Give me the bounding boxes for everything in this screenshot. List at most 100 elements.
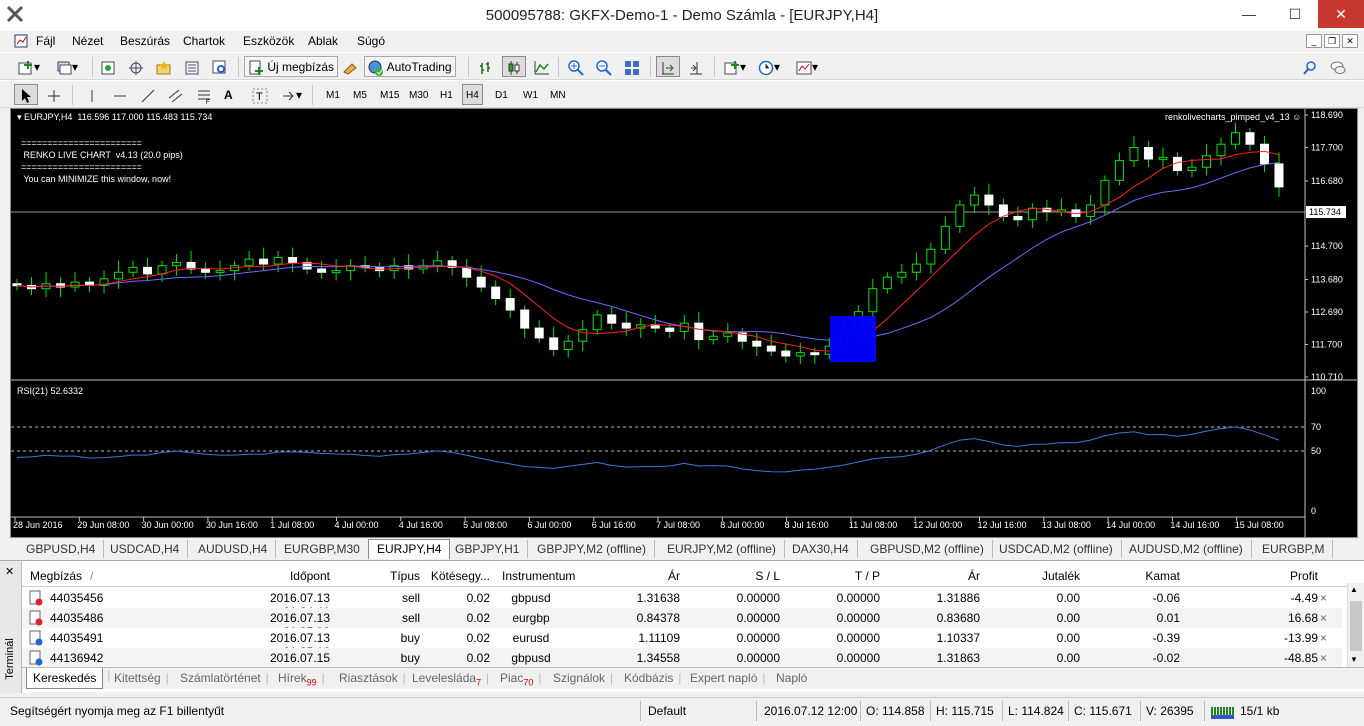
templates-button[interactable]: ▾: [792, 56, 822, 77]
chart-canvas[interactable]: 118.690 117.700 116.680 115.734 114.700 113.6…: [11, 109, 1357, 537]
scroll-up-icon[interactable]: ▲: [1350, 585, 1358, 594]
chart-tab[interactable]: USDCAD,H4: [102, 540, 189, 558]
candlestick-button[interactable]: [502, 56, 526, 77]
autotrading-button[interactable]: AutoTrading: [364, 56, 456, 77]
menu-help[interactable]: Súgó: [357, 34, 385, 48]
maximize-button[interactable]: ☐: [1272, 0, 1318, 28]
col-sl[interactable]: S / L: [702, 569, 780, 583]
col-size[interactable]: Kötésegy...: [422, 569, 490, 583]
timeframe-m15-button[interactable]: M15: [376, 84, 403, 105]
chart-tab[interactable]: DAX30,H4: [784, 540, 858, 558]
timeframe-mn-button[interactable]: MN: [546, 84, 570, 105]
zoom-out-button[interactable]: [592, 56, 616, 77]
close-order-icon[interactable]: ×: [1320, 611, 1327, 625]
chart-tab[interactable]: GBPJPY,H1: [447, 540, 529, 558]
terminal-close-icon[interactable]: ✕: [5, 565, 14, 578]
menu-charts[interactable]: Chartok: [183, 34, 225, 48]
trendline-button[interactable]: [136, 84, 160, 105]
chart-tab[interactable]: GBPUSD,H4: [18, 540, 105, 558]
market-watch-button[interactable]: [96, 56, 120, 77]
col-price[interactable]: Ár: [602, 569, 680, 583]
chart-tab[interactable]: AUDUSD,M2 (offline): [1121, 540, 1252, 558]
arrows-button[interactable]: ▾: [276, 84, 306, 105]
menu-insert[interactable]: Beszúrás: [120, 34, 170, 48]
menu-window[interactable]: Ablak: [308, 34, 338, 48]
favorites-button[interactable]: [152, 56, 176, 77]
connection-bars-icon[interactable]: [1210, 705, 1236, 719]
zoom-in-button[interactable]: [564, 56, 588, 77]
indicators-button[interactable]: ▾: [720, 56, 750, 77]
trade-row[interactable]: 440354862016.07.13 21:35:08sell0.02eurgb…: [22, 608, 1342, 639]
col-swap[interactable]: Kamat: [1102, 569, 1180, 583]
vertical-line-button[interactable]: [80, 84, 104, 105]
crosshair-button[interactable]: [42, 84, 66, 105]
scroll-thumb[interactable]: [1350, 601, 1362, 651]
navigator-button[interactable]: [124, 56, 148, 77]
metaeditor-button[interactable]: [338, 56, 362, 77]
new-chart-button[interactable]: ▾: [14, 56, 44, 77]
chart-tab[interactable]: AUDUSD,H4: [190, 540, 277, 558]
chart-tab[interactable]: USDCAD,M2 (offline): [991, 540, 1122, 558]
mdi-close-button[interactable]: ✕: [1342, 34, 1358, 48]
trade-row[interactable]: 440354912016.07.13 21:35:16buy0.02eurusd…: [22, 628, 1342, 659]
chart-shift-button[interactable]: [684, 56, 708, 77]
fibonacci-button[interactable]: F: [192, 84, 216, 105]
cursor-button[interactable]: [14, 84, 38, 105]
terminal-tab[interactable]: Hírek99 |: [278, 671, 325, 687]
col-tp[interactable]: T / P: [802, 569, 880, 583]
timeframe-d1-button[interactable]: D1: [491, 84, 512, 105]
chart-window[interactable]: 118.690 117.700 116.680 115.734 114.700 113.6…: [10, 108, 1358, 538]
col-type[interactable]: Típus: [342, 569, 420, 583]
chart-tab[interactable]: GBPUSD,M2 (offline): [862, 540, 993, 558]
data-window-button[interactable]: [180, 56, 204, 77]
terminal-scrollbar[interactable]: ▲ ▼: [1347, 583, 1364, 669]
menu-file[interactable]: Fájl: [36, 34, 55, 48]
trade-row[interactable]: 440354562016.07.13 21:34:41sell0.02gbpus…: [22, 588, 1342, 619]
line-chart-button[interactable]: [530, 56, 554, 77]
terminal-tab[interactable]: Riasztások |: [339, 671, 406, 685]
mdi-restore-button[interactable]: ❐: [1324, 34, 1340, 48]
close-order-icon[interactable]: ×: [1320, 591, 1327, 605]
menu-view[interactable]: Nézet: [72, 34, 103, 48]
terminal-tab[interactable]: Kitettség |: [114, 671, 169, 685]
terminal-tab[interactable]: Számlatörténet |: [180, 671, 269, 685]
autoscroll-button[interactable]: [656, 56, 680, 77]
scroll-down-icon[interactable]: ▼: [1350, 655, 1358, 664]
chat-button[interactable]: [1326, 56, 1350, 77]
chart-tab[interactable]: EURGBP,M30: [276, 540, 369, 558]
timeframe-w1-button[interactable]: W1: [519, 84, 542, 105]
terminal-tab[interactable]: Kereskedés |: [26, 668, 110, 689]
timeframe-m5-button[interactable]: M5: [349, 84, 371, 105]
trade-row[interactable]: 441369422016.07.15 07:42:51buy0.02gbpusd…: [22, 648, 1342, 679]
profiles-button[interactable]: ▾: [52, 56, 82, 77]
new-order-button[interactable]: Új megbízás: [244, 56, 339, 77]
col-time[interactable]: Időpont: [222, 569, 330, 583]
bar-chart-button[interactable]: [474, 56, 498, 77]
chart-tab[interactable]: EURJPY,M2 (offline): [659, 540, 785, 558]
expert-name[interactable]: renkolivecharts_pimped_v4_13 ☺: [1165, 112, 1301, 122]
col-current-price[interactable]: Ár: [902, 569, 980, 583]
horizontal-line-button[interactable]: [108, 84, 132, 105]
close-order-icon[interactable]: ×: [1320, 631, 1327, 645]
mdi-minimize-button[interactable]: _: [1306, 34, 1322, 48]
col-order[interactable]: Megbízás: [30, 569, 82, 583]
terminal-tab[interactable]: Napló: [776, 671, 807, 685]
channel-button[interactable]: [164, 84, 188, 105]
terminal-tab[interactable]: Expert napló |: [690, 671, 765, 685]
chart-tab[interactable]: EURJPY,H4: [368, 539, 451, 559]
col-symbol[interactable]: Instrumentum: [502, 569, 575, 583]
terminal-tab[interactable]: Kódbázis |: [624, 671, 681, 685]
terminal-tab[interactable]: Szignálok |: [553, 671, 613, 685]
chart-tab[interactable]: GBPJPY,M2 (offline): [529, 540, 655, 558]
search-button[interactable]: [1298, 56, 1322, 77]
terminal-tab[interactable]: Piac70 |: [500, 671, 541, 687]
minimize-button[interactable]: —: [1226, 0, 1272, 28]
col-profit[interactable]: Profit: [1242, 569, 1318, 583]
periods-button[interactable]: ▾: [754, 56, 784, 77]
status-profile[interactable]: Default: [648, 704, 686, 718]
strategy-tester-button[interactable]: [208, 56, 232, 77]
timeframe-m30-button[interactable]: M30: [405, 84, 432, 105]
close-button[interactable]: ✕: [1318, 0, 1364, 28]
chart-tab[interactable]: EURGBP,M: [1254, 540, 1334, 558]
timeframe-h4-button[interactable]: H4: [462, 84, 483, 105]
